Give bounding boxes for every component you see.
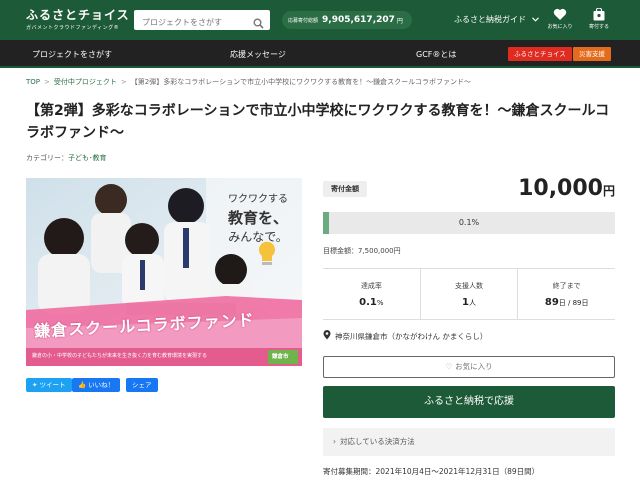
hero-headline: ワクワクする 教育を、 みんなで。 xyxy=(218,190,298,247)
hero-headline-line: ワクワクする xyxy=(228,194,288,205)
stat-label: 達成率 xyxy=(360,282,382,290)
chevron-down-icon xyxy=(531,15,539,24)
search-input[interactable] xyxy=(134,12,244,33)
tweet-label: ツイート xyxy=(39,381,66,389)
stat-label: 終了まで xyxy=(552,282,581,290)
bag-icon xyxy=(593,8,605,21)
breadcrumb-separator: > xyxy=(120,78,127,86)
stat-label: 支援人数 xyxy=(455,282,483,290)
favorite-button[interactable]: ♡ お気に入り xyxy=(323,356,615,378)
stat-value: 0.1% xyxy=(323,297,420,308)
favorite-label: お気に入り xyxy=(455,362,493,371)
stat-number: 1 xyxy=(462,297,469,308)
donation-amount-unit: 円 xyxy=(602,184,615,198)
facebook-share-button[interactable]: シェア xyxy=(126,378,158,392)
total-donation-amount: 9,905,617,207 xyxy=(322,15,395,25)
stat-unit: % xyxy=(376,299,384,307)
twitter-icon: ✦ xyxy=(32,381,40,389)
hero-headline-line: みんなで。 xyxy=(228,230,288,244)
donation-period: 寄付募集期間：2021年10月4日〜2021年12月31日（89日間） xyxy=(323,466,539,477)
target-label: 目標金額： xyxy=(323,247,358,255)
logo-main-text: ふるさとチョイス xyxy=(26,8,130,22)
chevron-right-icon: › xyxy=(333,437,336,446)
thumbs-up-icon: 👍 xyxy=(78,381,89,389)
stats-panel: 達成率 0.1% 支援人数 1人 終了まで 89日 / 89日 xyxy=(323,268,615,320)
breadcrumb-separator: > xyxy=(44,78,50,86)
hero-headline-line: 教育を、 xyxy=(227,209,288,227)
furusato-choice-button[interactable]: ふるさとチョイス xyxy=(508,47,572,61)
stat-number: 89 xyxy=(544,297,559,308)
stat-days-remaining: 終了まで 89日 / 89日 xyxy=(517,269,615,319)
payment-methods-toggle[interactable]: › 対応している決済方法 xyxy=(323,428,615,456)
stat-value: 1人 xyxy=(421,297,518,308)
payment-label: 対応している決済方法 xyxy=(340,437,415,446)
breadcrumb-top[interactable]: TOP xyxy=(26,78,40,86)
stat-achievement: 達成率 0.1% xyxy=(323,269,420,319)
progress-label: 0.1% xyxy=(458,218,480,227)
main-nav: プロジェクトをさがす 応援メッセージ GCF®とは ふるさとチョイス 災害支援 xyxy=(0,40,640,68)
donation-amount-value: 10,000 xyxy=(518,176,603,201)
nav-support-messages[interactable]: 応援メッセージ xyxy=(230,49,286,60)
project-location: 神奈川県鎌倉市（かながわけん かまくらし） xyxy=(323,330,487,342)
total-donation-label: 応募寄付総額 xyxy=(288,17,319,24)
stat-supporters: 支援人数 1人 xyxy=(419,269,518,319)
donation-amount-badge: 寄付金額 xyxy=(323,181,367,197)
search-icon[interactable] xyxy=(253,14,264,33)
project-category: カテゴリー：子ども･教育 xyxy=(26,153,107,163)
search-box xyxy=(134,10,270,33)
breadcrumb: TOP > 受付中プロジェクト > 【第2弾】多彩なコラボレーションで市立小中学校にワク… xyxy=(26,77,471,87)
hero-city: 鎌倉市 xyxy=(272,354,289,360)
nav-gcf-about[interactable]: GCF®とは xyxy=(416,49,456,60)
total-donation-unit: 円 xyxy=(396,17,403,25)
breadcrumb-current: 【第2弾】多彩なコラボレーションで市立小中学校にワクワクする教育を！〜鎌倉スクー… xyxy=(130,78,471,86)
hero-caption: 鎌倉の小・中学校の子どもたちが未来を生き抜く力を育む教育環境を実現する xyxy=(32,353,208,359)
like-label: いいね！ xyxy=(88,381,115,389)
nav-find-projects[interactable]: プロジェクトをさがす xyxy=(32,49,112,60)
breadcrumb-accepting[interactable]: 受付中プロジェクト xyxy=(54,78,117,86)
project-title: 【第2弾】多彩なコラボレーションで市立小中学校にワクワクする教育を！〜鎌倉スクー… xyxy=(26,103,610,141)
favorites-label: お気に入り xyxy=(547,24,573,30)
donate-label: 寄付する xyxy=(588,24,609,30)
location-text[interactable]: 神奈川県鎌倉市（かながわけん かまくらし） xyxy=(335,331,487,342)
top-header: ふるさとチョイス ガバメントクラウドファンディング® 応募寄付総額 9,905,… xyxy=(0,0,640,40)
heart-outline-icon: ♡ xyxy=(445,362,453,371)
target-amount: 目標金額：7,500,000円 xyxy=(323,246,401,256)
stat-number: 0.1 xyxy=(359,297,377,308)
favorites-link[interactable]: お気に入り xyxy=(545,8,575,30)
category-link[interactable]: 子ども･教育 xyxy=(68,154,107,162)
stat-value: 89日 / 89日 xyxy=(518,297,615,308)
category-label: カテゴリー： xyxy=(26,154,68,162)
donate-furusato-button[interactable]: ふるさと納税で応援 xyxy=(323,386,615,418)
stat-unit: 人 xyxy=(468,299,476,307)
period-label: 寄付募集期間： xyxy=(323,467,376,476)
facebook-like-button[interactable]: 👍 いいね！ xyxy=(72,378,121,392)
site-logo[interactable]: ふるさとチョイス ガバメントクラウドファンディング® xyxy=(26,6,130,31)
logo-sub-text: ガバメントクラウドファンディング® xyxy=(26,25,120,31)
funding-progress-bar: 0.1% xyxy=(323,212,615,234)
heart-icon xyxy=(553,8,567,20)
map-pin-icon xyxy=(323,330,331,342)
guide-label: ふるさと納税ガイド xyxy=(454,15,526,24)
total-donation-pill: 応募寄付総額 9,905,617,207 円 xyxy=(282,11,412,29)
stat-unit: 日 / 89日 xyxy=(558,299,589,307)
period-value: 2021年10月4日〜2021年12月31日（89日間） xyxy=(375,467,540,476)
donate-link[interactable]: 寄付する xyxy=(584,8,614,30)
tweet-button[interactable]: ✦ ツイート xyxy=(26,378,72,392)
furusato-guide-menu[interactable]: ふるさと納税ガイド xyxy=(454,14,539,25)
donation-amount: 10,000円 xyxy=(518,176,615,201)
share-label: シェア xyxy=(132,381,152,389)
disaster-support-button[interactable]: 災害支援 xyxy=(573,47,611,61)
target-value: 7,500,000円 xyxy=(358,247,401,255)
project-hero-image: ワクワクする 教育を、 みんなで。 鎌倉スクールコラボファンド 鎌倉の小・中学校… xyxy=(26,178,302,366)
